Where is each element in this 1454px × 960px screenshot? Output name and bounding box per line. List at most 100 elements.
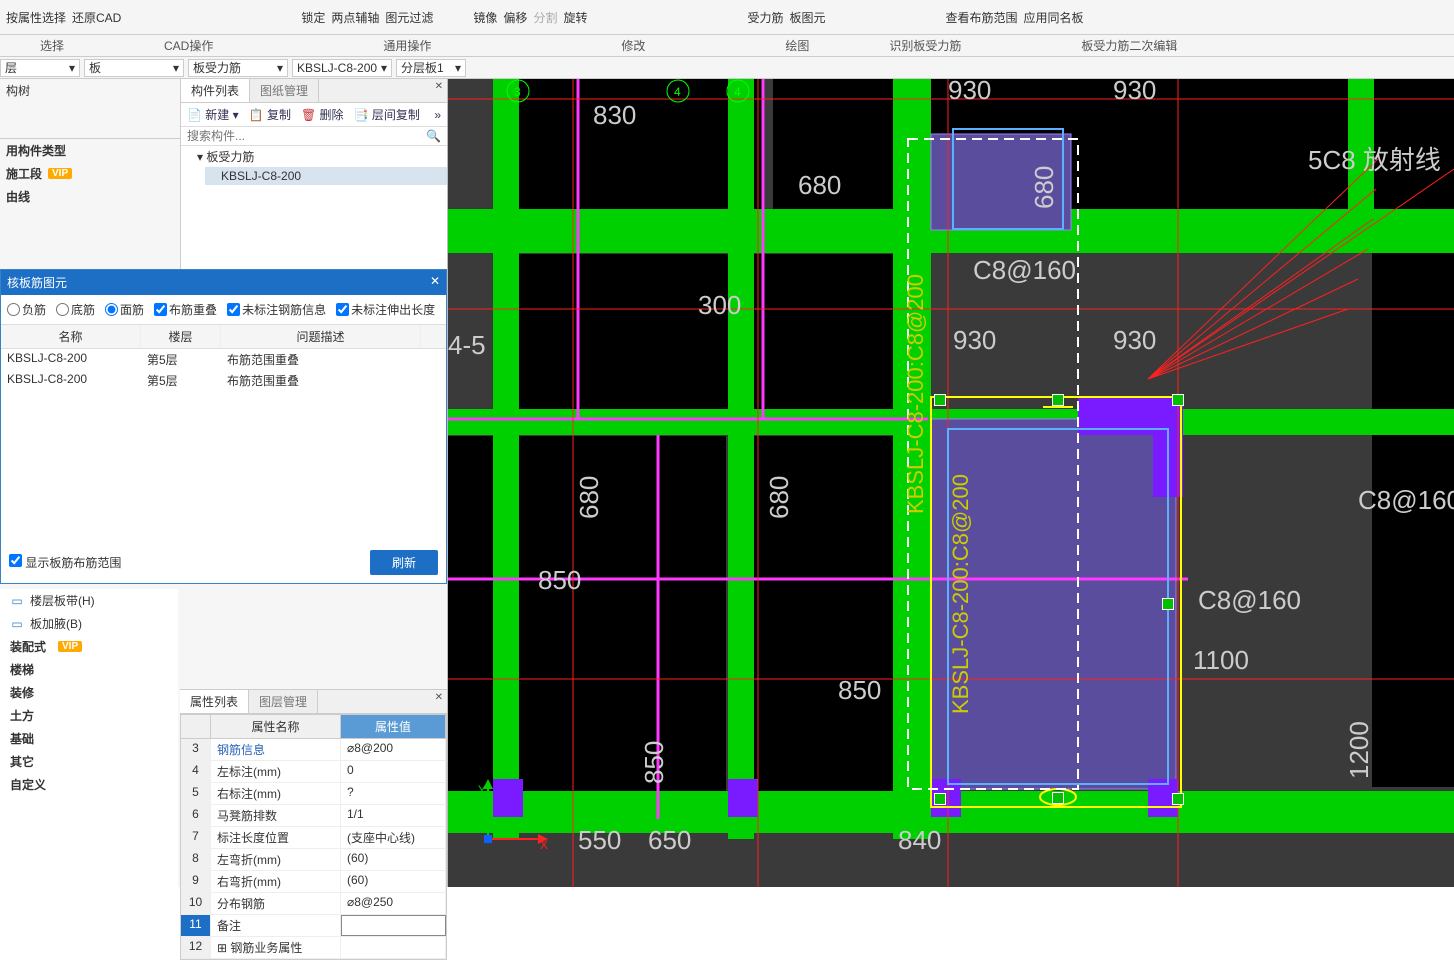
svg-text:680: 680	[798, 170, 841, 200]
svg-text:930: 930	[948, 79, 991, 105]
cad-viewport[interactable]: 3 4 4 830 930 930 680 680 930 930 300 68…	[448, 79, 1454, 887]
svg-text:680: 680	[574, 476, 604, 519]
close-icon[interactable]: ✕	[435, 81, 443, 92]
tree-item-selected[interactable]: KBSLJ-C8-200	[205, 167, 447, 185]
svg-text:C8@160: C8@160	[1358, 485, 1454, 515]
tab-properties[interactable]: 属性列表	[180, 690, 249, 713]
item-select[interactable]: KBSLJ-C8-200▾	[292, 59, 392, 77]
svg-text:930: 930	[953, 325, 996, 355]
axis-button[interactable]: 两点辅轴	[331, 9, 379, 26]
band-icon: ▭	[10, 594, 24, 608]
prop-row[interactable]: 6马凳筋排数1/1	[181, 805, 446, 827]
table-row[interactable]: KBSLJ-C8-200第5层布筋范围重叠	[1, 349, 446, 370]
radio-fujin[interactable]: 负筋	[7, 301, 46, 318]
col-desc: 问题描述	[221, 325, 421, 348]
close-icon[interactable]: ✕	[430, 274, 440, 291]
ribbon-group-labels: 选择 CAD操作 通用操作 修改 绘图 识别板受力筋 板受力筋二次编辑	[0, 35, 1454, 57]
common-row-1[interactable]: 施工段VIP	[0, 162, 178, 185]
cb-show-range[interactable]: 显示板筋布筋范围	[9, 554, 121, 571]
verify-panel: 核板筋图元 ✕ 负筋 底筋 面筋 布筋重叠 未标注钢筋信息 未标注伸出长度 名称…	[0, 269, 447, 584]
prop-row[interactable]: 4左标注(mm)0	[181, 761, 446, 783]
group-common-label: 通用操作	[353, 37, 461, 54]
common-row-2[interactable]: 由线	[0, 185, 178, 208]
lock-button[interactable]: 锁定	[301, 9, 325, 26]
tab-layer-mgr[interactable]: 图层管理	[249, 690, 318, 713]
tab-drawing-mgr[interactable]: 图纸管理	[250, 79, 319, 102]
common-types-panel: 用构件类型 施工段VIP 由线	[0, 139, 178, 208]
filter-button[interactable]: 图元过滤	[385, 9, 433, 26]
property-panel: 属性列表 图层管理 ✕ 属性名称 属性值 3钢筋信息⌀8@200 4左标注(mm…	[180, 689, 447, 887]
list-item[interactable]: ▭板加腋(B)	[0, 612, 178, 635]
prop-row[interactable]: 9右弯折(mm)(60)	[181, 871, 446, 893]
delete-button[interactable]: 🗑 删除	[301, 106, 344, 123]
radio-mianjin[interactable]: 面筋	[105, 301, 144, 318]
sameboard-button[interactable]: 应用同名板	[1024, 9, 1084, 26]
list-item[interactable]: 自定义	[0, 773, 178, 796]
prop-col-name: 属性名称	[211, 715, 341, 739]
mirror-button[interactable]: 镜像	[473, 9, 497, 26]
range-button[interactable]: 查看布筋范围	[946, 9, 1018, 26]
tree-root[interactable]: ▾ 板受力筋	[181, 146, 447, 167]
svg-text:KBSLJ-C8-200:C8@200: KBSLJ-C8-200:C8@200	[903, 274, 928, 514]
svg-text:850: 850	[838, 675, 881, 705]
svg-text:4: 4	[734, 85, 741, 99]
prop-col-value: 属性值	[341, 715, 446, 739]
svg-text:X: X	[540, 838, 548, 852]
ban-select[interactable]: 板▾	[84, 59, 184, 77]
group-shibie-label: 识别板受力筋	[859, 37, 991, 54]
cb-no-rebar[interactable]: 未标注钢筋信息	[227, 301, 326, 318]
list-item[interactable]: 基础	[0, 727, 178, 750]
table-row[interactable]: KBSLJ-C8-200第5层布筋范围重叠	[1, 370, 446, 391]
prop-row[interactable]: 11备注	[181, 915, 446, 937]
prop-row[interactable]: 12⊞ 钢筋业务属性	[181, 937, 446, 959]
list-item[interactable]: 装修	[0, 681, 178, 704]
prop-row[interactable]: 3钢筋信息⌀8@200	[181, 739, 446, 761]
list-item[interactable]: 楼梯	[0, 658, 178, 681]
new-button[interactable]: 📄 新建 ▾	[187, 106, 239, 123]
tab-component-list[interactable]: 构件列表	[181, 79, 250, 102]
prop-row[interactable]: 7标注长度位置(支座中心线)	[181, 827, 446, 849]
common-title: 用构件类型	[0, 139, 178, 162]
svg-text:850: 850	[639, 741, 669, 784]
prop-row[interactable]: 5右标注(mm)?	[181, 783, 446, 805]
group-second-label: 板受力筋二次编辑	[1051, 37, 1207, 54]
group-select-label: 选择	[10, 37, 94, 54]
rebar-select[interactable]: 板受力筋▾	[188, 59, 288, 77]
prop-row[interactable]: 8左弯折(mm)(60)	[181, 849, 446, 871]
close-icon[interactable]: ✕	[435, 692, 443, 703]
col-name: 名称	[1, 325, 141, 348]
split-select[interactable]: 分层板1▾	[396, 59, 466, 77]
prop-row[interactable]: 10分布钢筋⌀8@250	[181, 893, 446, 915]
svg-text:930: 930	[1113, 325, 1156, 355]
list-item[interactable]: ▭楼层板带(H)	[0, 589, 178, 612]
split-button: 分割	[533, 9, 557, 26]
rotate-button[interactable]: 旋转	[563, 9, 587, 26]
banyuan-button[interactable]: 板图元	[789, 9, 825, 26]
search-icon[interactable]: 🔍	[426, 129, 441, 143]
refresh-button[interactable]: 刷新	[370, 550, 438, 575]
shouli-button[interactable]: 受力筋	[747, 9, 783, 26]
search-input[interactable]	[187, 129, 426, 143]
list-item[interactable]: 土方	[0, 704, 178, 727]
svg-text:Y: Y	[478, 783, 486, 797]
svg-text:300: 300	[698, 290, 741, 320]
layer-select[interactable]: 层▾	[0, 59, 80, 77]
list-item[interactable]: 其它	[0, 750, 178, 773]
col-floor: 楼层	[141, 325, 221, 348]
layer-copy-button[interactable]: 📑 层间复制	[354, 106, 420, 123]
svg-text:3: 3	[514, 85, 521, 99]
restore-cad-button[interactable]: 还原CAD	[72, 9, 121, 26]
left-column: ✕ 构树 ≡ ▦ 用构件类型 施工段VIP 由线 ✕ 构件列表 图纸管理 📄 新…	[0, 79, 448, 887]
copy-button[interactable]: 📋 复制	[249, 106, 291, 123]
offset-button[interactable]: 偏移	[503, 9, 527, 26]
svg-text:KBSLJ-C8-200:C8@200: KBSLJ-C8-200:C8@200	[948, 474, 973, 714]
radio-dijin[interactable]: 底筋	[56, 301, 95, 318]
group-draw-label: 绘图	[755, 37, 839, 54]
cb-overlap[interactable]: 布筋重叠	[154, 301, 217, 318]
ribbon-top: 按属性选择 还原CAD 锁定 两点辅轴 图元过滤 镜像 偏移 分割 旋转 受力筋…	[0, 0, 1454, 35]
list-item[interactable]: 装配式VIP	[0, 635, 178, 658]
select-by-prop-button[interactable]: 按属性选择	[6, 9, 66, 26]
group-modify-label: 修改	[591, 37, 675, 54]
more-icon[interactable]: »	[434, 108, 441, 122]
cb-no-ext[interactable]: 未标注伸出长度	[336, 301, 435, 318]
